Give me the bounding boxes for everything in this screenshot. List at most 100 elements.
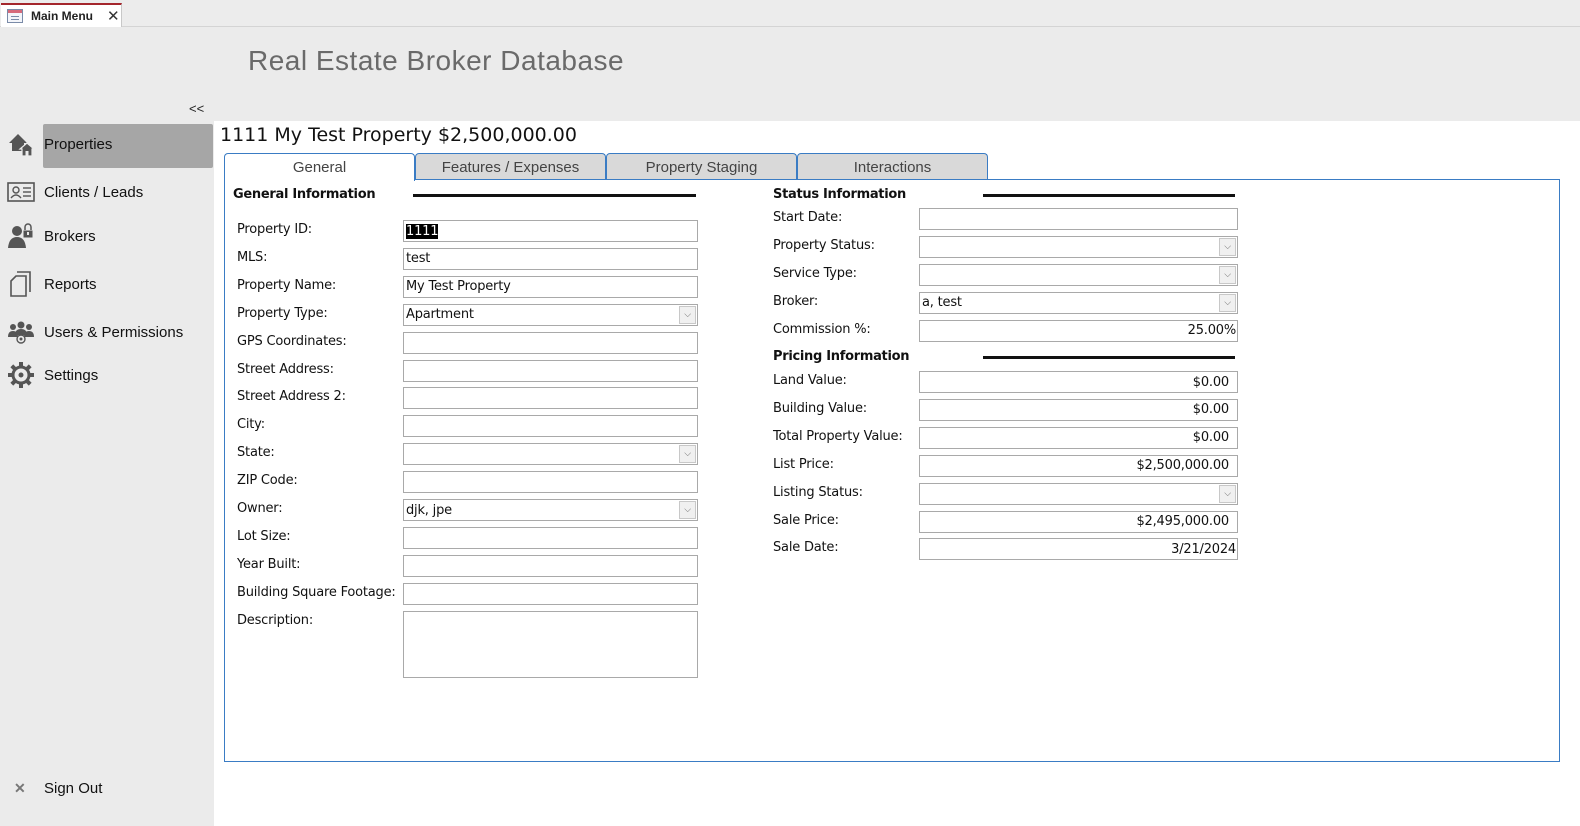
chevron-down-icon[interactable]: ⌵ <box>679 305 696 324</box>
gps-coordinates-field[interactable] <box>403 331 698 354</box>
app-title: Real Estate Broker Database <box>248 45 625 76</box>
commission-value: 25.00% <box>1187 323 1237 339</box>
building-value-value: $0.00 <box>1192 402 1229 418</box>
building-square-footage-field[interactable] <box>403 582 698 605</box>
chevron-down-icon[interactable]: ⌵ <box>679 501 696 519</box>
lot-size-field[interactable] <box>403 526 698 549</box>
broker-combobox[interactable]: a, test ⌵ <box>919 291 1238 314</box>
state-combobox[interactable]: ⌵ <box>403 443 698 466</box>
document-tab-label: Main Menu <box>31 9 93 23</box>
start-date-field[interactable] <box>919 208 1238 230</box>
description-label: Description: <box>237 612 314 628</box>
gear-icon <box>6 360 36 390</box>
list-price-value: $2,500,000.00 <box>1136 458 1229 474</box>
pricing-information-heading: Pricing Information <box>773 349 910 364</box>
year-built-label: Year Built: <box>237 556 301 572</box>
section-divider <box>983 194 1235 197</box>
chevron-down-icon[interactable]: ⌵ <box>1219 237 1236 256</box>
property-id-value: 1111 <box>406 223 439 239</box>
tab-panel-general: General Information Status Information P… <box>224 179 1560 762</box>
list-price-field[interactable]: $2,500,000.00 <box>919 454 1238 477</box>
chevron-down-icon[interactable]: ⌵ <box>679 445 696 464</box>
sidebar-item-brokers[interactable]: Brokers <box>0 214 214 258</box>
property-name-field[interactable]: My Test Property <box>403 275 698 298</box>
building-value-field[interactable]: $0.00 <box>919 398 1238 421</box>
contact-card-icon <box>6 177 36 207</box>
property-id-field[interactable]: 1111 <box>403 220 698 242</box>
sidebar-item-label: Settings <box>44 366 99 384</box>
city-label: City: <box>237 417 265 433</box>
list-price-label: List Price: <box>773 456 834 472</box>
document-tab-bar: Main Menu ✕ <box>0 0 1580 27</box>
property-type-label: Property Type: <box>237 305 328 321</box>
commission-field[interactable]: 25.00% <box>919 319 1238 342</box>
total-property-value-label: Total Property Value: <box>773 428 903 444</box>
chevron-down-icon[interactable]: ⌵ <box>1219 484 1236 503</box>
commission-label: Commission %: <box>773 321 871 337</box>
owner-combobox[interactable]: djk, jpe ⌵ <box>403 499 698 521</box>
documents-icon <box>6 269 36 299</box>
street-address-2-field[interactable] <box>403 387 698 410</box>
service-type-combobox[interactable]: ⌵ <box>919 263 1238 286</box>
description-field[interactable] <box>403 610 698 678</box>
sidebar-item-settings[interactable]: Settings <box>0 353 214 397</box>
service-type-label: Service Type: <box>773 265 857 281</box>
mls-value: test <box>406 251 431 267</box>
property-status-combobox[interactable]: ⌵ <box>919 235 1238 258</box>
building-value-label: Building Value: <box>773 400 867 416</box>
street-address-field[interactable] <box>403 359 698 382</box>
users-group-icon <box>6 317 36 347</box>
total-property-value-field[interactable]: $0.00 <box>919 426 1238 449</box>
sale-price-value: $2,495,000.00 <box>1136 514 1229 529</box>
tab-interactions[interactable]: Interactions <box>797 153 988 180</box>
tab-property-staging[interactable]: Property Staging <box>606 153 797 180</box>
sale-price-field[interactable]: $2,495,000.00 <box>919 510 1238 533</box>
sidebar-item-reports[interactable]: Reports <box>0 262 214 306</box>
status-information-heading: Status Information <box>773 187 906 202</box>
general-information-heading: General Information <box>233 187 376 202</box>
tab-features-expenses[interactable]: Features / Expenses <box>415 153 606 180</box>
sidebar-item-label: Users & Permissions <box>44 323 184 341</box>
close-icon[interactable]: ✕ <box>107 9 120 24</box>
sale-date-label: Sale Date: <box>773 540 839 556</box>
zip-code-label: ZIP Code: <box>237 473 298 489</box>
section-divider <box>983 356 1235 359</box>
sidebar-item-properties[interactable]: Properties <box>0 122 214 168</box>
land-value-label: Land Value: <box>773 373 847 388</box>
house-icon <box>6 129 36 159</box>
land-value-value: $0.00 <box>1192 374 1229 390</box>
listing-status-combobox[interactable]: ⌵ <box>919 482 1238 505</box>
land-value-field[interactable]: $0.00 <box>919 371 1238 393</box>
property-status-label: Property Status: <box>773 237 875 253</box>
chevron-down-icon[interactable]: ⌵ <box>1219 293 1236 312</box>
street-address-label: Street Address: <box>237 361 334 377</box>
property-name-label: Property Name: <box>237 277 337 293</box>
record-title: 1111 My Test Property $2,500,000.00 <box>220 124 577 146</box>
lot-size-label: Lot Size: <box>237 528 291 544</box>
broker-value: a, test <box>922 295 962 311</box>
collapse-sidebar-button[interactable]: << <box>189 101 204 116</box>
sign-out-button[interactable]: ✕ Sign Out <box>0 776 214 800</box>
property-form: 1111 My Test Property $2,500,000.00 Gene… <box>214 121 1580 826</box>
year-built-field[interactable] <box>403 554 698 577</box>
zip-code-field[interactable] <box>403 471 698 494</box>
mls-field[interactable]: test <box>403 247 698 270</box>
gps-coordinates-label: GPS Coordinates: <box>237 333 347 349</box>
section-divider <box>413 194 696 197</box>
sidebar-item-label: Clients / Leads <box>44 183 144 201</box>
building-square-footage-label: Building Square Footage: <box>237 584 396 600</box>
property-id-label: Property ID: <box>237 222 312 237</box>
property-type-combobox[interactable]: Apartment ⌵ <box>403 303 698 326</box>
sale-date-field[interactable]: 3/21/2024 <box>919 538 1238 561</box>
city-field[interactable] <box>403 415 698 438</box>
sign-out-label: Sign Out <box>44 779 103 797</box>
document-tab-main-menu[interactable]: Main Menu ✕ <box>1 3 122 27</box>
chevron-down-icon[interactable]: ⌵ <box>1219 265 1236 284</box>
sale-date-value: 3/21/2024 <box>1171 541 1236 557</box>
broker-label: Broker: <box>773 293 819 309</box>
sidebar-item-label: Reports <box>44 275 97 293</box>
sidebar-item-clients-leads[interactable]: Clients / Leads <box>0 170 214 214</box>
sidebar: Properties Clients / Leads Brokers Repor… <box>0 121 214 826</box>
tab-general[interactable]: General <box>224 153 415 181</box>
sidebar-item-users-permissions[interactable]: Users & Permissions <box>0 310 214 354</box>
